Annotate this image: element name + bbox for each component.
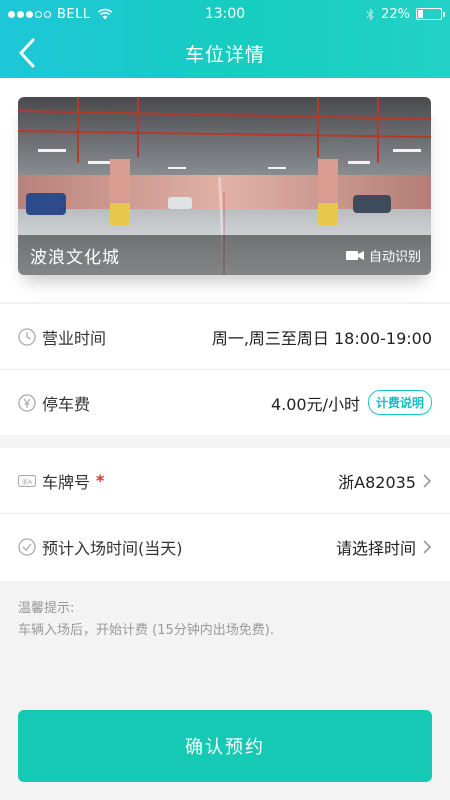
entry-time-label: 预计入场时间(当天)	[42, 538, 183, 558]
clock-icon	[18, 327, 36, 346]
battery-percent: 22%	[381, 6, 410, 22]
camera-icon	[345, 250, 364, 260]
auto-recognition-label: 自动识别	[368, 249, 421, 265]
header: BELL 13:00 22% 车位详情	[0, 0, 450, 78]
status-bar: BELL 13:00 22%	[0, 0, 450, 28]
entry-time-row[interactable]: 预计入场时间(当天) 请选择时间	[0, 514, 450, 579]
page-title: 车位详情	[184, 43, 265, 66]
yuan-icon	[18, 393, 36, 412]
booking-form-section: 浙A 车牌号 * 浙A82035 预计入场时间(当天) 请选择时间	[0, 448, 450, 581]
business-hours-row: 营业时间 周一,周三至周日 18:00-19:00	[0, 304, 450, 370]
nav-bar: 车位详情	[0, 28, 450, 78]
signal-strength-icon	[8, 10, 51, 18]
license-plate-label: 车牌号	[42, 472, 91, 492]
business-hours-value: 周一,周三至周日 18:00-19:00	[211, 328, 432, 348]
chevron-right-icon	[423, 473, 432, 488]
parking-photo-section: 波浪文化城 自动识别	[0, 78, 450, 302]
entry-time-value: 请选择时间	[335, 538, 416, 558]
required-marker: *	[96, 471, 105, 490]
parking-fee-row: 停车费 4.00元/小时 计费说明	[0, 370, 450, 435]
tips-title: 温馨提示:	[18, 601, 75, 616]
parking-lot-name: 波浪文化城	[30, 247, 120, 268]
auto-recognition-badge: 自动识别	[345, 246, 421, 265]
fee-explanation-button[interactable]: 计费说明	[367, 390, 432, 415]
license-plate-row[interactable]: 浙A 车牌号 * 浙A82035	[0, 448, 450, 514]
license-plate-value: 浙A82035	[338, 472, 416, 492]
photo-caption-bar: 波浪文化城 自动识别	[18, 235, 431, 275]
battery-icon	[416, 8, 445, 20]
check-circle-icon	[18, 537, 36, 556]
confirm-reservation-button[interactable]: 确认预约	[18, 710, 432, 782]
license-plate-icon: 浙A	[18, 474, 36, 487]
parking-lot-photo: 波浪文化城 自动识别	[18, 97, 431, 275]
bluetooth-icon	[366, 7, 374, 21]
parking-info-section: 营业时间 周一,周三至周日 18:00-19:00 停车费 4.00元/小时 计…	[0, 304, 450, 435]
tips-block: 温馨提示: 车辆入场后，开始计费 (15分钟内出场免费).	[18, 598, 274, 642]
business-hours-label: 营业时间	[42, 328, 107, 348]
carrier-name: BELL	[57, 6, 91, 22]
chevron-right-icon	[423, 539, 432, 554]
chevron-left-icon	[19, 38, 35, 68]
svg-text:浙A: 浙A	[22, 476, 33, 485]
wifi-icon	[97, 8, 112, 20]
parking-fee-value: 4.00元/小时	[270, 394, 360, 414]
back-button[interactable]	[12, 36, 42, 70]
parking-fee-label: 停车费	[42, 394, 91, 414]
tips-text: 车辆入场后，开始计费 (15分钟内出场免费).	[18, 623, 274, 638]
